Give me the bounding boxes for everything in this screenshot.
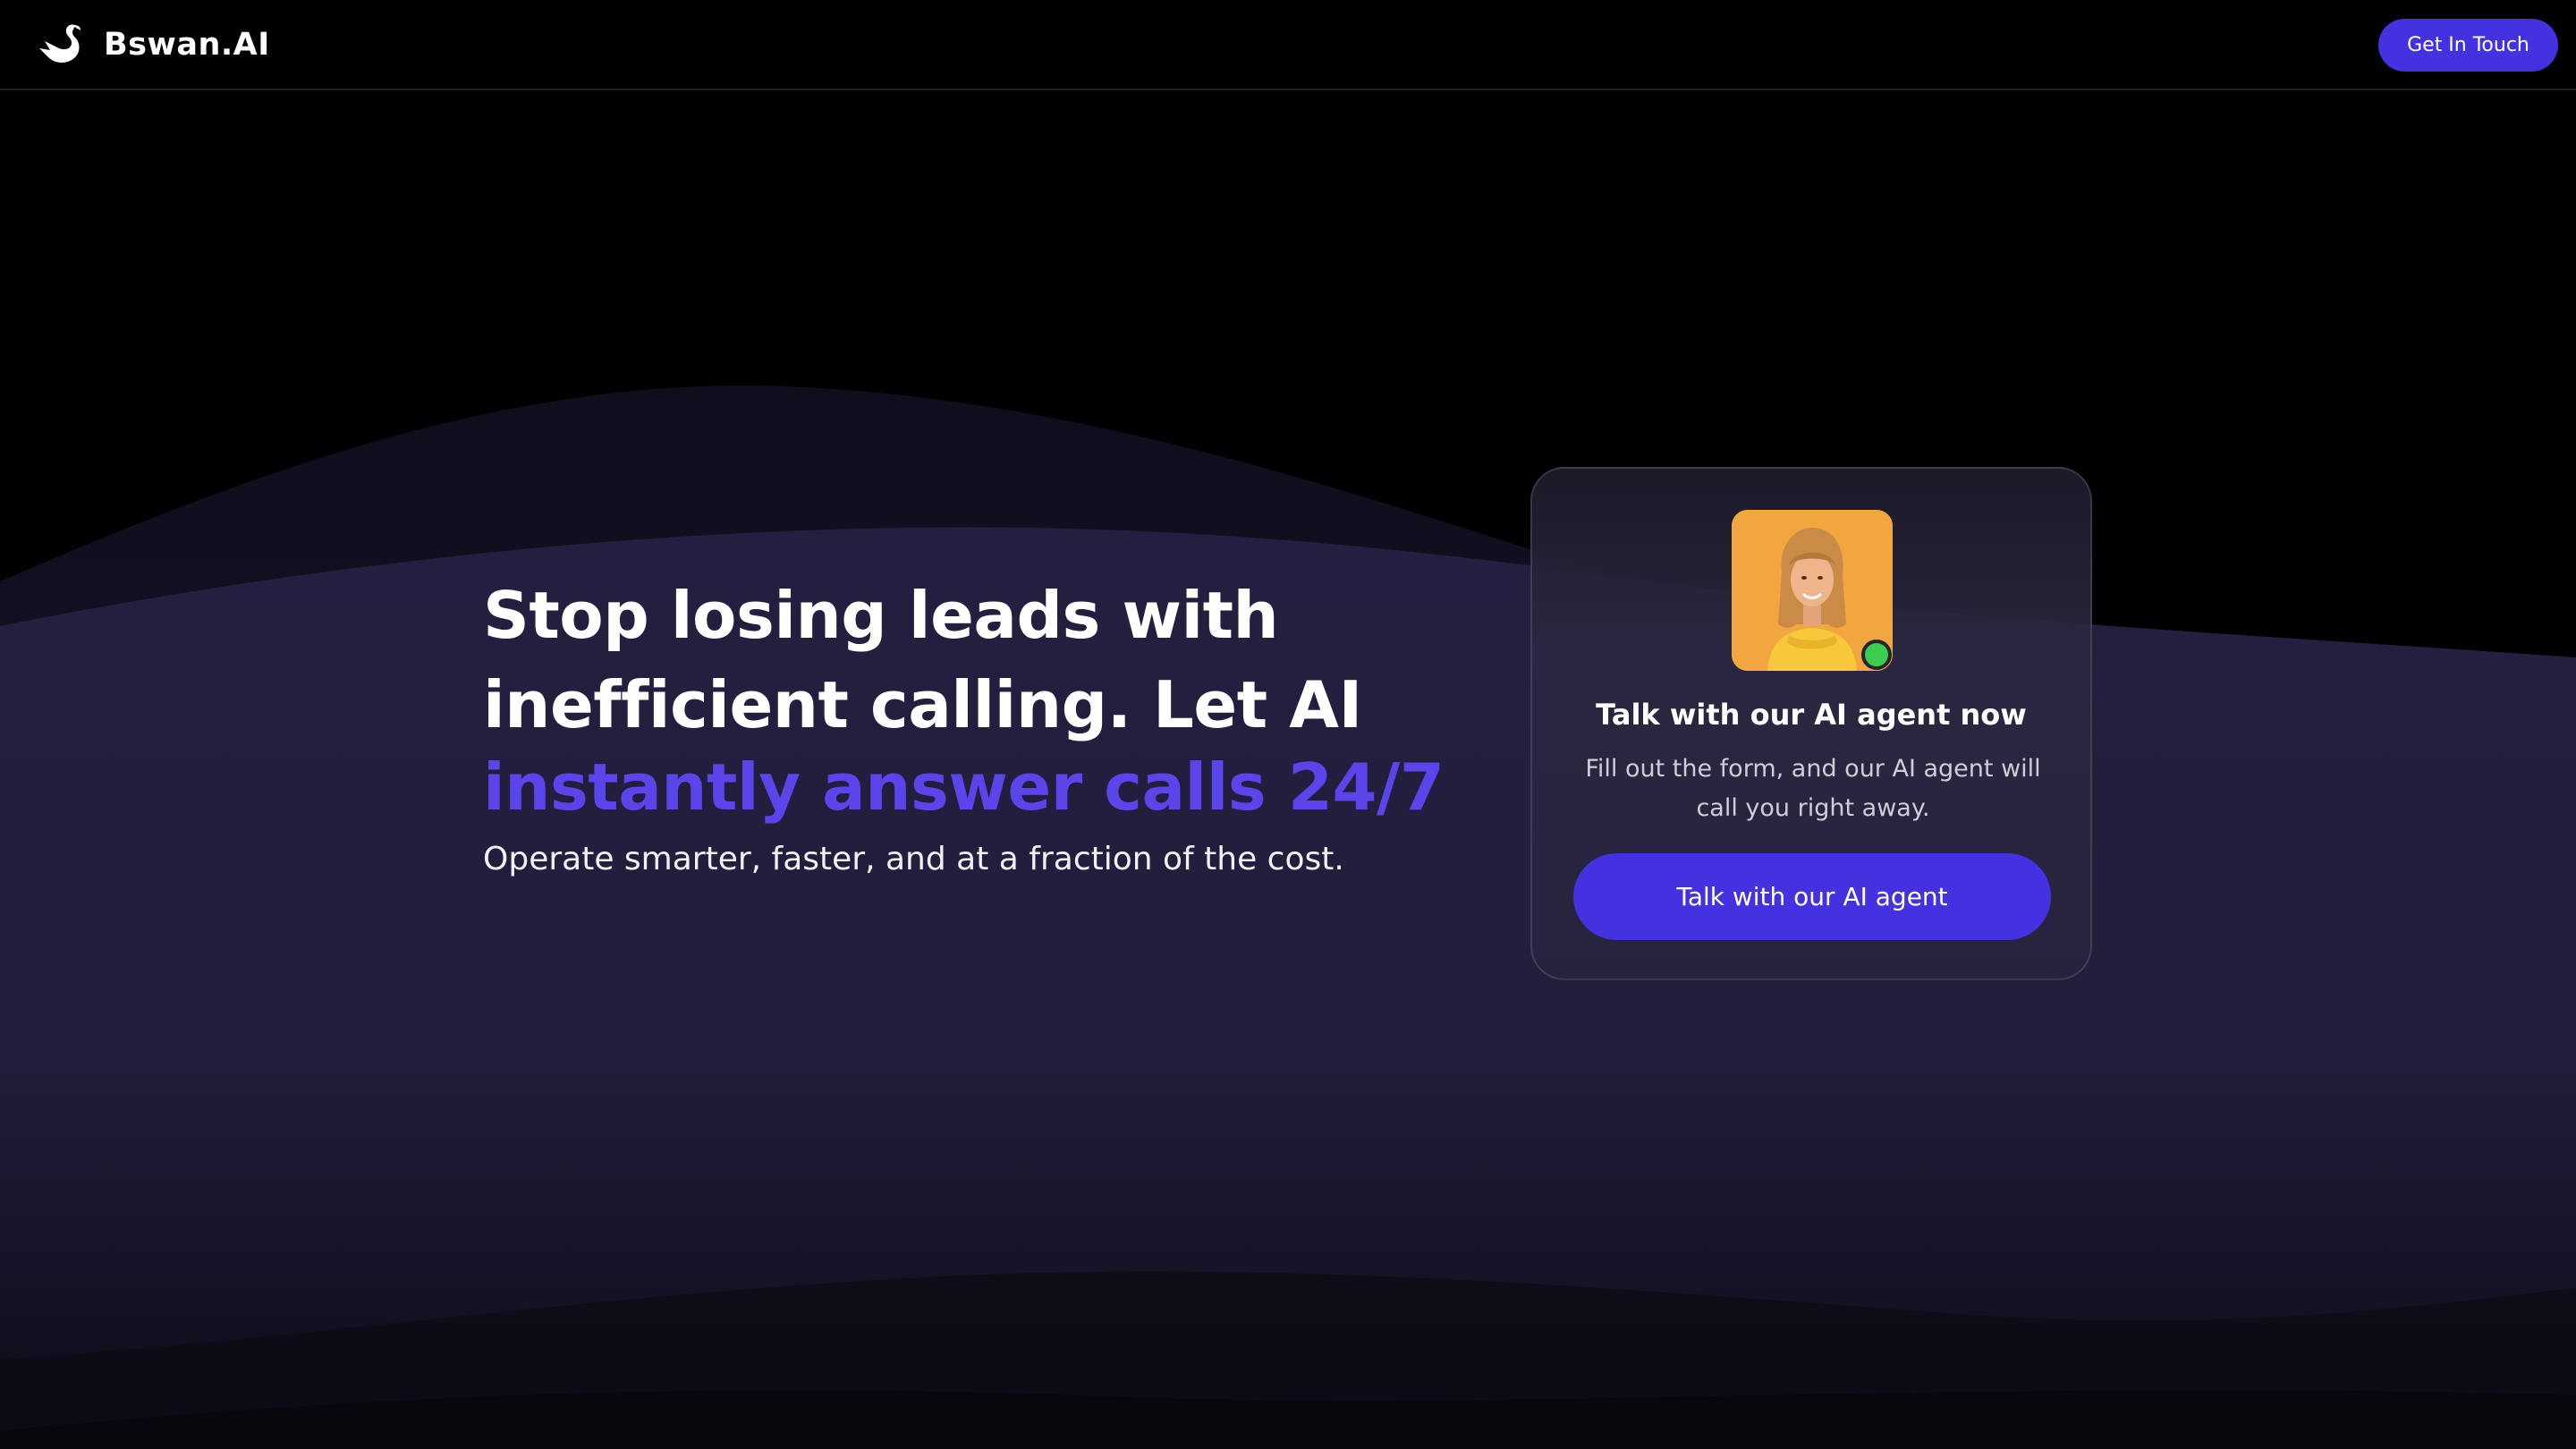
hero-title-line-1: Stop losing leads with <box>483 578 1279 653</box>
hero-title-line-2: inefficient calling. Let AI <box>483 667 1362 742</box>
swan-logo-icon <box>39 24 80 63</box>
brand-link[interactable]: Bswan.AI <box>36 21 270 68</box>
ai-agent-card: Talk with our AI agent now Fill out the … <box>1530 467 2092 980</box>
hero-section: Stop losing leads with inefficient calli… <box>483 571 1445 877</box>
hero-subtitle: Operate smarter, faster, and at a fracti… <box>483 841 1344 877</box>
get-in-touch-button[interactable]: Get In Touch <box>2378 19 2558 72</box>
hero-title: Stop losing leads with inefficient calli… <box>483 571 1445 825</box>
landing-page: Bswan.AI Get In Touch Stop losing leads … <box>0 0 2576 1449</box>
brand-name: Bswan.AI <box>104 27 270 63</box>
hero-title-accent: instantly answer calls 24/7 <box>483 750 1445 825</box>
talk-with-ai-agent-button[interactable]: Talk with our AI agent <box>1573 853 2051 940</box>
top-navbar: Bswan.AI Get In Touch <box>0 0 2576 90</box>
agent-card-description: Fill out the form, and our AI agent will… <box>1585 755 2041 822</box>
online-status-dot <box>1861 640 1892 670</box>
agent-card-title: Talk with our AI agent now <box>1596 698 2027 732</box>
